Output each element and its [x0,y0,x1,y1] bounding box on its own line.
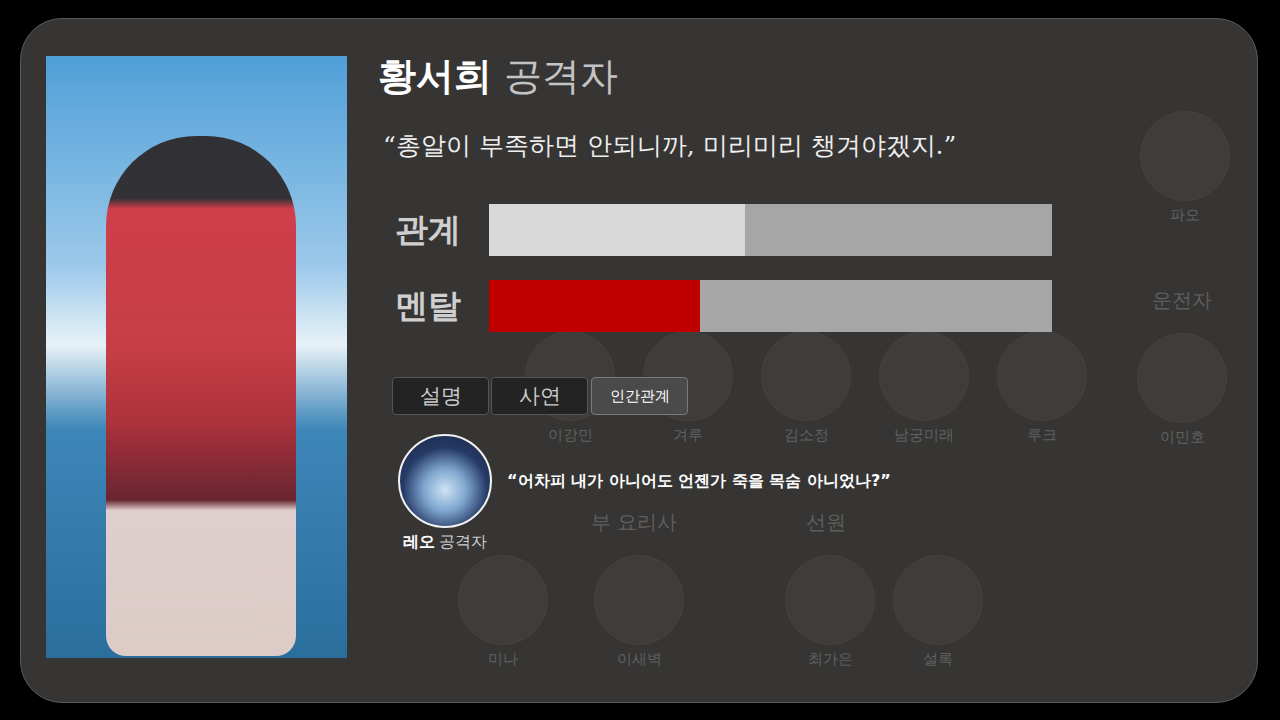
crew-group-header: 부 요리사 [591,509,707,535]
crew-avatar [458,555,548,645]
crew-avatar [594,555,684,645]
crew-avatar [893,555,983,645]
crew-member[interactable]: 최가은 [776,555,884,669]
relation-person: 레오공격자 [397,434,493,553]
crew-avatar [997,331,1087,421]
stat-bar [489,204,1052,256]
crew-members: 최가은 설록 [776,555,992,669]
stat-row: 관계 [395,204,1257,256]
stat-fill [489,204,745,256]
crew-member[interactable]: 루크 [983,331,1101,445]
crew-name: 미나 [488,649,518,669]
crew-name: 이민호 [1160,427,1205,447]
tab[interactable]: 설명 [392,377,489,415]
character-portrait [46,56,347,658]
stat-row: 멘탈 [395,280,1257,332]
crew-name: 루크 [1027,425,1057,445]
crew-members: 미나 이새벽 [435,555,707,669]
character-role: 공격자 [504,52,618,100]
relation-role: 공격자 [439,531,487,553]
crew-group: 파오 [1128,111,1241,225]
crew-avatar [879,331,969,421]
stat-bar [489,280,1052,332]
crew-name: 최가은 [808,649,853,669]
tab-bar: 설명사연인간관계 [378,377,1257,415]
relation-item[interactable]: 레오공격자 “어차피 내가 아니어도 언젠가 죽을 목숨 아니었나?” [397,434,1257,553]
profile-content: 황서희공격자“총알이 부족하면 안되니까, 미리미리 챙겨야겠지.”관계멘탈설명… [21,19,1257,702]
crew-member[interactable]: 설록 [884,555,992,669]
crew-group-header: 선원 [776,509,846,535]
crew-avatar [1140,111,1230,201]
crew-member[interactable]: 이새벽 [571,555,707,669]
crew-member[interactable]: 김소정 [747,331,865,445]
crew-avatar [1137,333,1227,423]
crew-group-header: 운전자 [1152,287,1212,313]
crew-name: 김소정 [784,425,829,445]
crew-name: 설록 [923,649,953,669]
relation-label: 레오공격자 [403,531,487,553]
crew-member[interactable]: 미나 [435,555,571,669]
character-details: 황서희공격자“총알이 부족하면 안되니까, 미리미리 챙겨야겠지.”관계멘탈설명… [378,52,1257,553]
character-quote: “총알이 부족하면 안되니까, 미리미리 챙겨야겠지.” [378,129,1257,163]
crew-group: 선원최가은 설록 [776,509,992,669]
crew-name: 파오 [1170,205,1200,225]
stat-label: 멘탈 [395,280,489,332]
relation-list: 레오공격자 “어차피 내가 아니어도 언젠가 죽을 목숨 아니었나?” [378,434,1257,553]
crew-name: 이강민 [548,425,593,445]
crew-name: 이새벽 [617,649,662,669]
relation-avatar [398,434,492,528]
stat-fill [489,280,700,332]
profile-screen: 파오운전자이민호이강민겨루김소정남궁미래루크부 요리사미나이새벽선원최가은설록황… [0,0,1280,720]
crew-members: 이민호 [1127,333,1237,447]
relation-name: 레오 [403,531,435,553]
crew-avatar [785,555,875,645]
crew-group: 운전자이민호 [1127,287,1237,447]
stat-label: 관계 [395,204,489,256]
character-panel: 파오운전자이민호이강민겨루김소정남궁미래루크부 요리사미나이새벽선원최가은설록황… [20,18,1258,703]
crew-member[interactable]: 파오 [1128,111,1241,225]
crew-member[interactable]: 남궁미래 [865,331,983,445]
tab[interactable]: 인간관계 [591,377,688,415]
crew-member[interactable]: 이민호 [1127,333,1237,447]
character-name: 황서희 [378,52,492,100]
crew-name: 겨루 [673,425,703,445]
crew-members: 파오 [1128,111,1241,225]
relation-quote: “어차피 내가 아니어도 언젠가 죽을 목숨 아니었나?” [507,469,891,493]
portrait-figure [106,136,296,656]
crew-avatar [761,331,851,421]
crew-name: 남궁미래 [894,425,954,445]
stat-list: 관계멘탈 [378,204,1257,332]
character-title: 황서희공격자 [378,52,1257,100]
tab[interactable]: 사연 [491,377,588,415]
